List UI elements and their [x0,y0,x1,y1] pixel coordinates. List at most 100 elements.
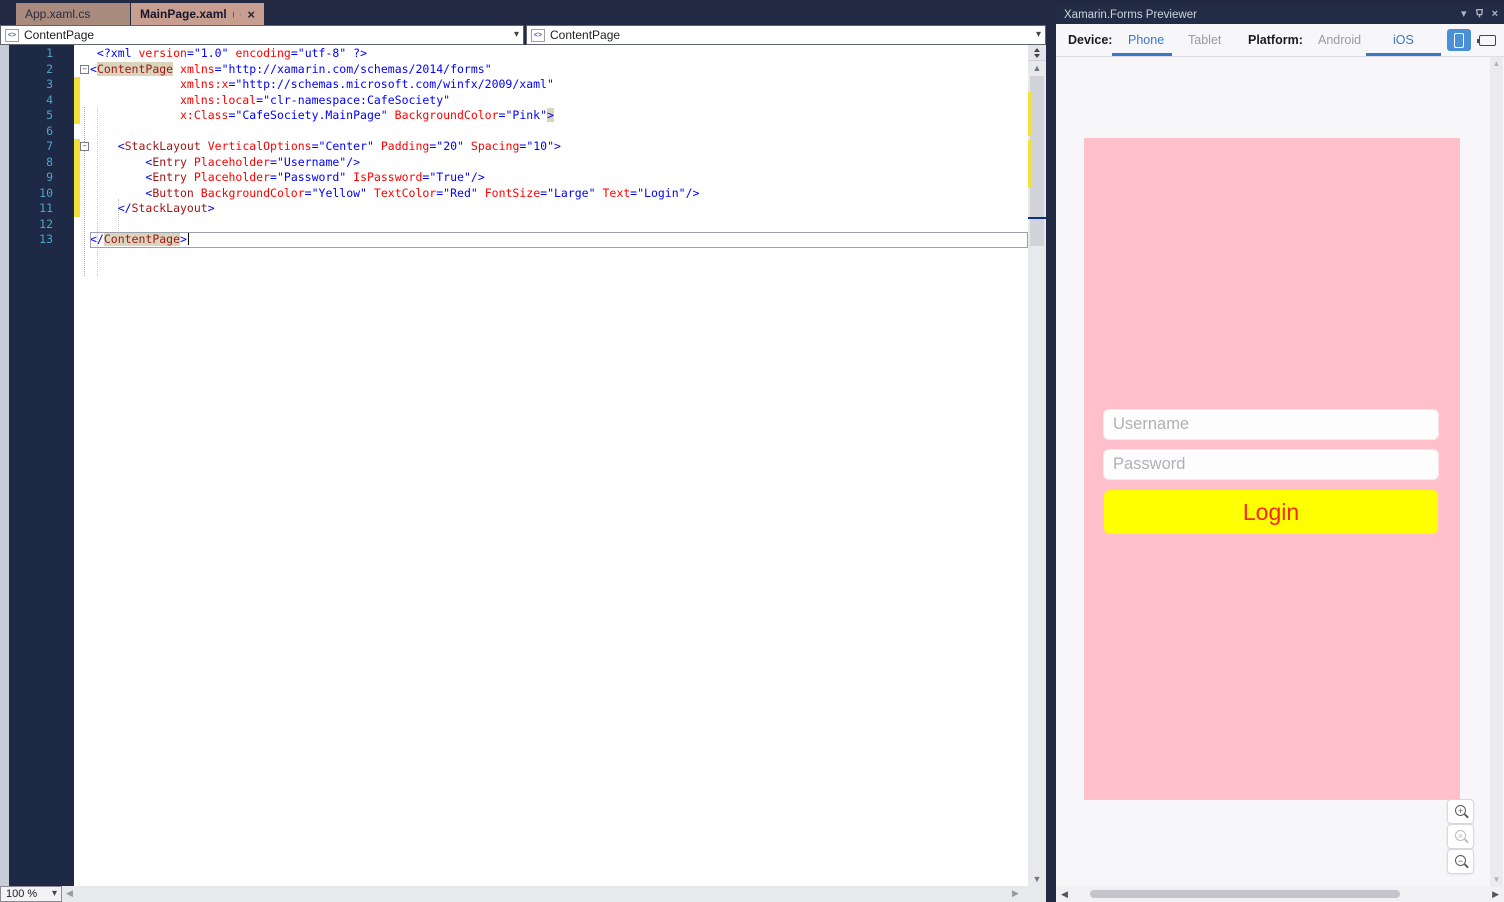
line-number: 1 [46,46,53,60]
scrollbar-left-icon[interactable]: ◀ [66,888,73,899]
code-line[interactable]: 5 x:Class="CafeSociety.MainPage" Backgrou… [0,108,1028,124]
close-icon[interactable]: × [247,7,255,22]
code-line[interactable]: 1 <?xml version="1.0" encoding="utf-8" ?> [0,46,1028,62]
code-line-text[interactable]: </ContentPage> [90,232,1028,248]
outlining-column: − [80,62,90,78]
code-line[interactable]: 12 [0,217,1028,233]
previewer-horizontal-scrollbar[interactable]: ◀ ▶ [1056,886,1504,902]
text-caret [187,233,189,245]
outlining-column [80,155,90,171]
scrollbar-up-icon[interactable]: ▲ [1028,63,1046,73]
xml-element-icon: <> [5,28,19,42]
code-line[interactable]: 6 [0,124,1028,140]
outlining-column [80,170,90,186]
collapse-toggle[interactable]: − [80,64,89,74]
tab-mainpage-xaml[interactable]: MainPage.xaml × [131,3,264,25]
window-pin-icon[interactable] [1474,8,1485,19]
line-number: 6 [46,123,53,138]
previewer-title: Xamarin.Forms Previewer [1064,8,1197,21]
platform-option-ios[interactable]: iOS [1393,33,1414,47]
orientation-landscape-button[interactable] [1477,34,1503,47]
line-number: 10 [39,185,53,200]
scrollbar-down-icon[interactable]: ▼ [1490,875,1503,884]
code-line-text[interactable]: <StackLayout VerticalOptions="Center" Pa… [90,139,1028,155]
code-line-text[interactable]: <Button BackgroundColor="Yellow" TextCol… [90,186,1028,202]
previewer-toolbar: Device: Phone Tablet Platform: Android i… [1056,24,1504,57]
pin-icon[interactable] [239,9,242,20]
code-line[interactable]: 7 − <StackLayout VerticalOptions="Center" … [0,139,1028,155]
code-line-text[interactable]: <?xml version="1.0" encoding="utf-8" ?> [90,46,1028,62]
document-tabbar: App.xaml.cs MainPage.xaml × [0,0,1046,25]
preview-canvas: Login + × − ▲ ▼ [1056,57,1504,886]
code-line-text[interactable]: xmlns:x="http://schemas.microsoft.com/wi… [90,77,1028,93]
zoom-level-value: 100 % [6,888,38,900]
outlining-column [80,186,90,202]
line-number: 2 [46,61,53,76]
previewer-titlebar: Xamarin.Forms Previewer ▾ × [1056,5,1504,24]
preview-zoom-controls: + × − [1447,799,1475,874]
code-line-text[interactable]: xmlns:local="clr-namespace:CafeSociety" [90,93,1028,109]
scrollbar-thumb[interactable] [1090,890,1400,898]
code-line-text[interactable]: <Entry Placeholder="Username"/> [90,155,1028,171]
code-line-text[interactable]: </StackLayout> [90,201,1028,217]
editor-vertical-scrollbar[interactable]: ▲ ▼ [1028,45,1046,886]
code-line-text[interactable]: x:Class="CafeSociety.MainPage" Backgroun… [90,108,1028,124]
line-number: 5 [46,108,53,122]
splitter-grip[interactable] [1028,45,1046,61]
password-entry [1104,450,1438,479]
code-line-text[interactable] [90,217,1028,233]
line-number: 7 [46,139,53,153]
scrollbar-up-icon[interactable]: ▲ [1490,59,1503,68]
scrollbar-thumb[interactable] [1030,76,1044,246]
outlining-column [80,93,90,109]
code-editor[interactable]: 1 <?xml version="1.0" encoding="utf-8" ?>… [0,45,1028,886]
modified-dot-icon [232,10,234,18]
outlining-column [80,46,90,62]
platform-option-android[interactable]: Android [1318,33,1361,47]
selected-underline [1366,53,1441,56]
tab-app-xaml-cs[interactable]: App.xaml.cs [16,3,130,25]
orientation-portrait-button[interactable] [1447,29,1471,51]
device-option-phone[interactable]: Phone [1128,33,1164,47]
zoom-in-button[interactable]: + [1447,799,1474,824]
change-mark [1028,140,1031,188]
element-dropdown-right[interactable]: <> ContentPage ▾ [526,25,1046,45]
preview-page: Login [1084,138,1460,800]
platform-label: Platform: [1248,33,1303,47]
code-line[interactable]: 2 − <ContentPage xmlns="http://xamarin.com… [0,61,1028,78]
phone-landscape-icon [1477,35,1496,46]
outlining-column [80,124,90,140]
dropdown-arrow-icon: ▾ [51,888,57,899]
scrollbar-down-icon[interactable]: ▼ [1028,874,1046,884]
code-line[interactable]: 9 <Entry Placeholder="Password" IsPasswor… [0,170,1028,186]
zoom-level-dropdown[interactable]: 100 % ▾ [0,886,62,902]
code-line[interactable]: 10 <Button BackgroundColor="Yellow" TextC… [0,185,1028,202]
element-dropdown-label: ContentPage [24,28,95,42]
code-line[interactable]: 13 </ContentPage> [0,232,1028,248]
zoom-reset-button[interactable]: × [1447,824,1474,849]
window-menu-icon[interactable]: ▾ [1461,7,1467,20]
line-number: 4 [46,92,53,107]
code-line[interactable]: 8 <Entry Placeholder="Username"/> [0,154,1028,171]
element-dropdown-left[interactable]: <> ContentPage ▾ [0,25,524,45]
code-line-text[interactable]: <Entry Placeholder="Password" IsPassword… [90,170,1028,186]
element-dropdown-label: ContentPage [550,28,621,42]
code-line[interactable]: 11 </StackLayout> [0,201,1028,217]
code-line[interactable]: 4 xmlns:local="clr-namespace:CafeSociety" [0,92,1028,109]
scrollbar-right-icon[interactable]: ▶ [1012,888,1019,899]
outlining-column [80,217,90,233]
code-line-text[interactable]: <ContentPage xmlns="http://xamarin.com/s… [90,61,1028,78]
scrollbar-right-icon[interactable]: ▶ [1492,889,1499,900]
device-option-tablet[interactable]: Tablet [1188,33,1221,47]
line-number: 9 [46,170,53,184]
username-entry [1104,410,1438,439]
scrollbar-left-icon[interactable]: ◀ [1061,889,1068,900]
collapse-toggle[interactable]: − [80,142,89,151]
window-close-icon[interactable]: × [1492,8,1498,20]
zoom-out-button[interactable]: − [1447,849,1474,874]
phone-portrait-icon [1454,32,1464,48]
code-line[interactable]: 3 xmlns:x="http://schemas.microsoft.com/w… [0,77,1028,93]
previewer-vertical-scrollbar[interactable]: ▲ ▼ [1490,57,1503,886]
outlining-column: − [80,139,90,155]
code-line-text[interactable] [90,124,1028,140]
